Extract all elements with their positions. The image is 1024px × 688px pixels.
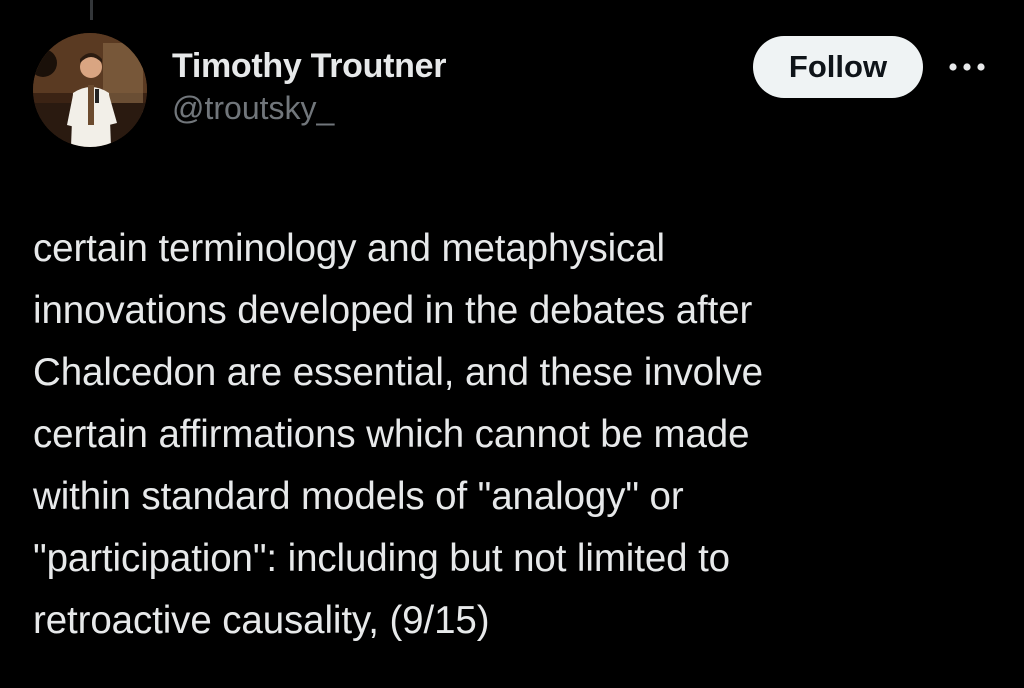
tweet-text-line: innovations developed in the debates aft…	[33, 289, 753, 332]
tweet-text-line: "participation": including but not limit…	[33, 537, 730, 580]
author-handle[interactable]: @troutsky_	[172, 88, 446, 128]
tweet-text-line: certain affirmations which cannot be mad…	[33, 413, 750, 456]
tweet-text-line: Chalcedon are essential, and these invol…	[33, 351, 763, 394]
more-horizontal-icon	[949, 63, 985, 71]
tweet-text-line: within standard models of "analogy" or	[33, 475, 684, 518]
tweet-text: certain terminology and metaphysical inn…	[33, 218, 993, 652]
thread-connector-line	[90, 0, 93, 20]
author-display-name[interactable]: Timothy Troutner	[172, 46, 446, 86]
follow-button[interactable]: Follow	[753, 36, 923, 98]
tweet-author: Timothy Troutner @troutsky_	[172, 46, 446, 128]
more-options-button[interactable]	[944, 52, 990, 82]
tweet-text-line: certain terminology and metaphysical	[33, 227, 665, 270]
avatar[interactable]	[33, 33, 147, 147]
tweet-text-line: retroactive causality, (9/15)	[33, 599, 490, 642]
avatar-photo	[33, 33, 147, 147]
